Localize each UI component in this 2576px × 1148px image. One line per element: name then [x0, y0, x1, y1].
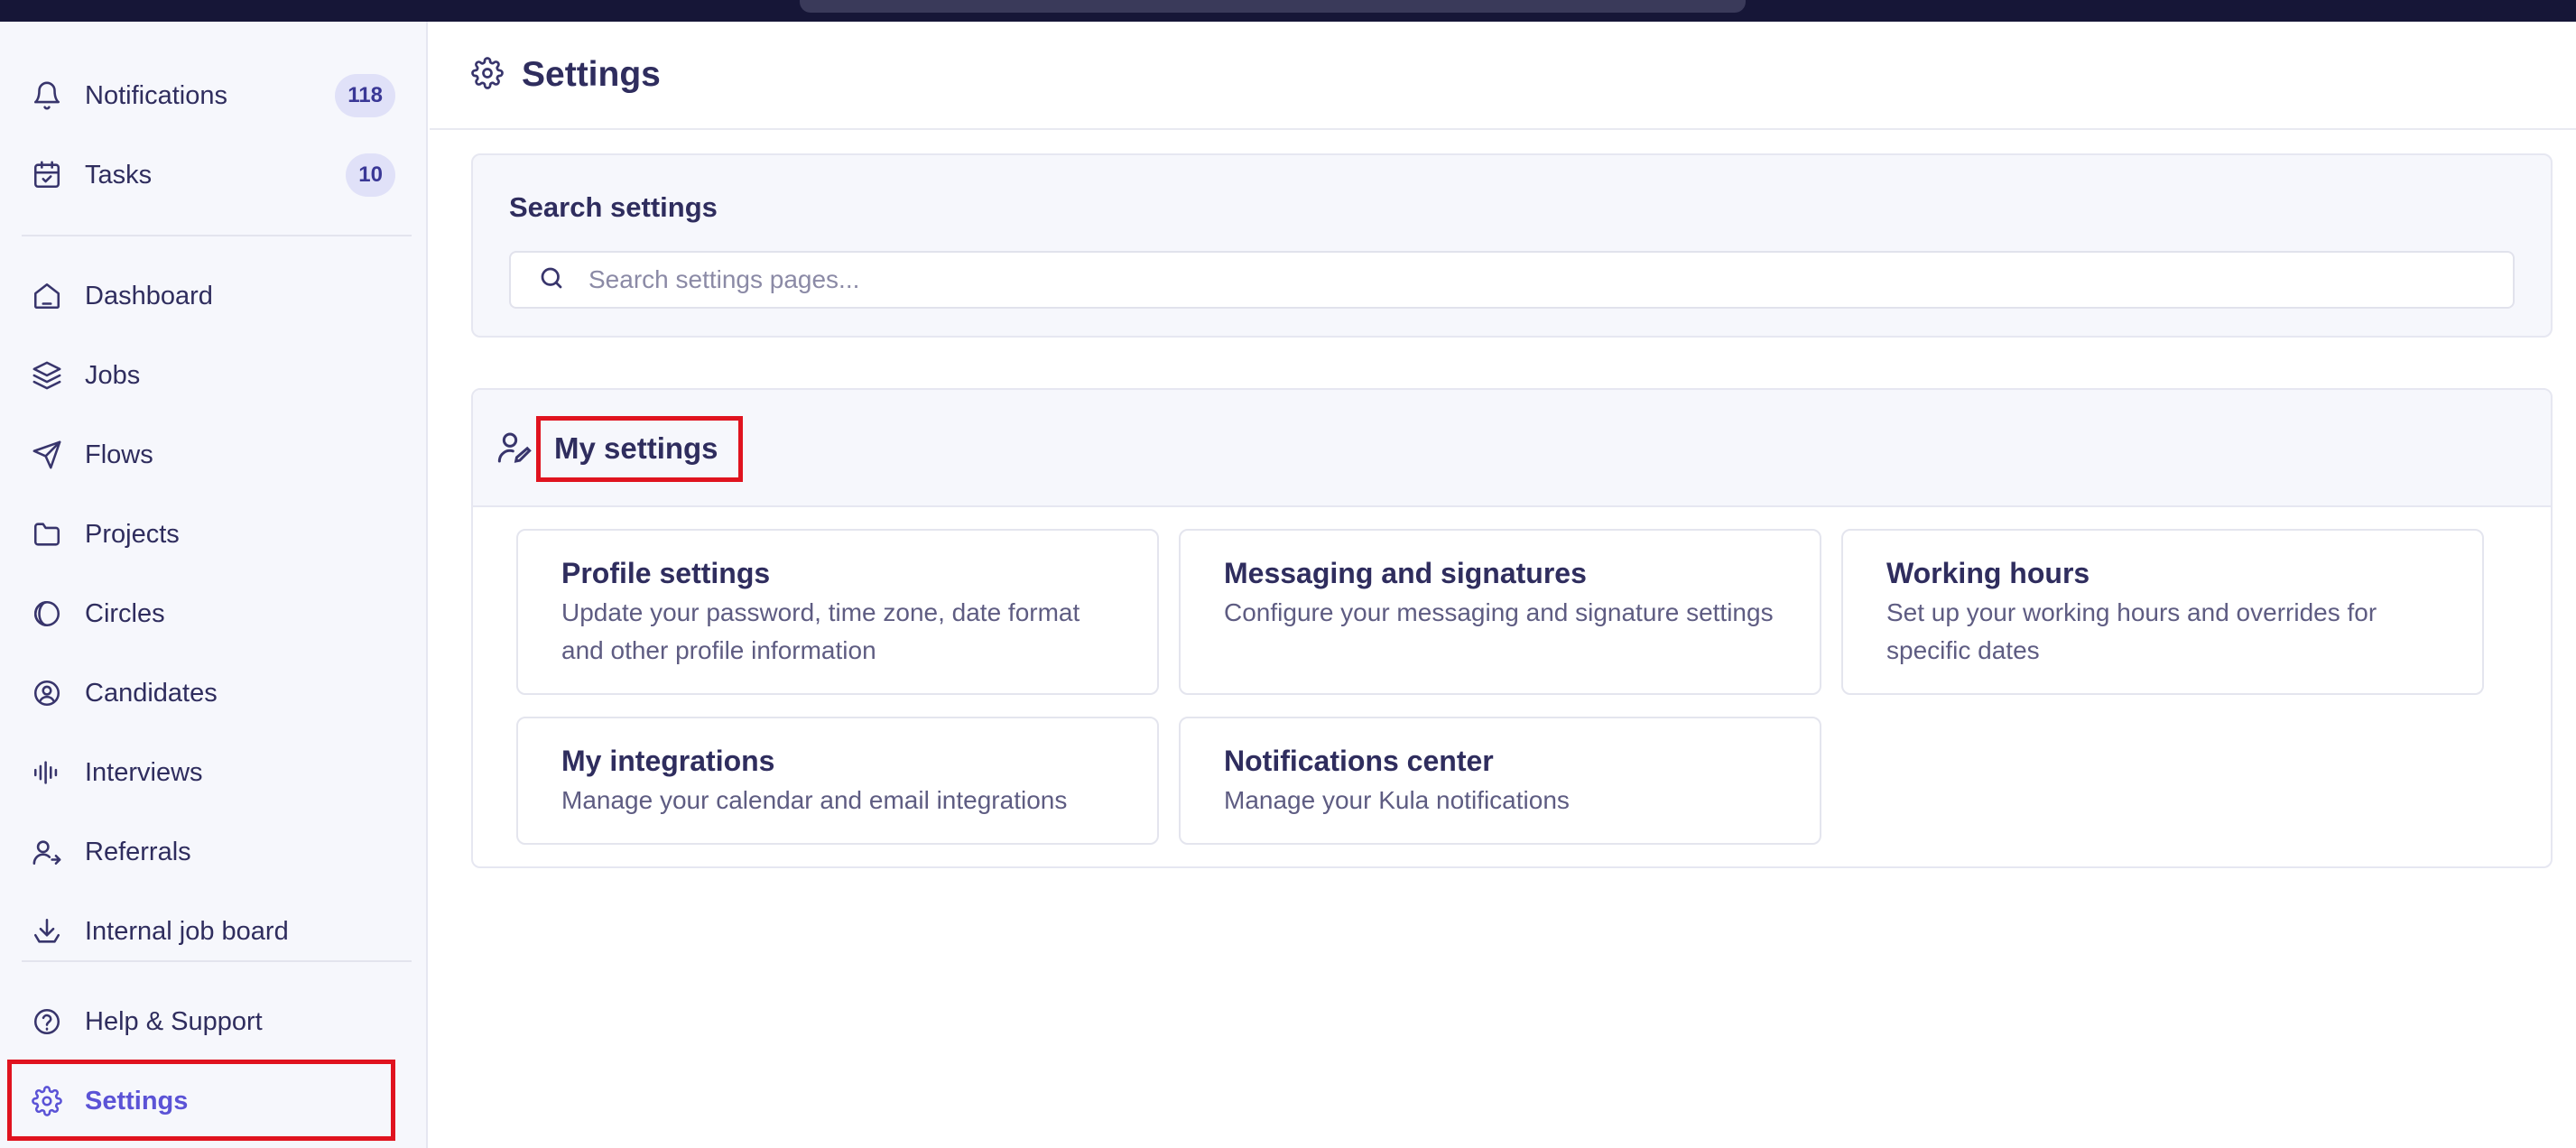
sidebar-item-jobs[interactable]: Jobs: [22, 343, 395, 408]
sidebar-item-label: Candidates: [85, 678, 218, 708]
browser-address-pill: [800, 0, 1746, 13]
card-description: Manage your calendar and email integrati…: [561, 786, 1068, 814]
search-box[interactable]: [509, 251, 2515, 309]
gear-icon: [471, 56, 504, 94]
notifications-count-badge: 118: [335, 74, 395, 117]
folder-icon: [29, 516, 65, 552]
sidebar-item-label: Interviews: [85, 757, 203, 787]
calendar-check-icon: [29, 157, 65, 193]
sidebar-item-internal-job-board[interactable]: Internal job board: [22, 899, 395, 964]
messaging-signatures-card[interactable]: Messaging and signatures Configure your …: [1179, 529, 1821, 695]
sidebar-item-label: Projects: [85, 519, 180, 549]
sidebar-item-label: Help & Support: [85, 1006, 263, 1036]
search-settings-title: Search settings: [509, 191, 718, 223]
search-icon: [538, 264, 565, 296]
help-circle-icon: [29, 1004, 65, 1040]
my-settings-section: My settings Profile settings Update your…: [471, 388, 2553, 868]
sidebar-item-label: Dashboard: [85, 281, 213, 310]
my-integrations-card[interactable]: My integrations Manage your calendar and…: [516, 717, 1159, 845]
profile-settings-card[interactable]: Profile settings Update your password, t…: [516, 529, 1159, 695]
settings-highlight-box: [7, 1060, 395, 1141]
card-title: Messaging and signatures: [1224, 557, 1587, 589]
bell-icon: [29, 78, 65, 114]
card-description: Configure your messaging and signature s…: [1224, 598, 1774, 626]
sidebar-item-label: Notifications: [85, 80, 227, 110]
tasks-count-badge: 10: [346, 153, 395, 197]
sidebar-item-circles[interactable]: Circles: [22, 581, 395, 646]
sidebar-item-label: Referrals: [85, 837, 191, 866]
card-title: Notifications center: [1224, 745, 1494, 777]
sidebar-item-label: Internal job board: [85, 916, 289, 946]
sidebar-item-label: Circles: [85, 598, 165, 628]
user-circle-icon: [29, 675, 65, 711]
download-tray-icon: [29, 913, 65, 949]
sidebar-item-flows[interactable]: Flows: [22, 422, 395, 487]
notifications-center-card[interactable]: Notifications center Manage your Kula no…: [1179, 717, 1821, 845]
sidebar-item-referrals[interactable]: Referrals: [22, 819, 395, 884]
sidebar-item-candidates[interactable]: Candidates: [22, 661, 395, 726]
sidebar-item-help-support[interactable]: Help & Support: [22, 989, 395, 1054]
working-hours-card[interactable]: Working hours Set up your working hours …: [1841, 529, 2484, 695]
circles-icon: [29, 596, 65, 632]
my-settings-header: My settings: [473, 390, 2551, 507]
sidebar-scroll-clip: Internal job board: [0, 881, 426, 964]
sidebar-item-label: Tasks: [85, 160, 153, 190]
card-description: Manage your Kula notifications: [1224, 786, 1570, 814]
audio-lines-icon: [29, 755, 65, 791]
card-title: Working hours: [1886, 557, 2090, 589]
sidebar-divider: [22, 960, 412, 962]
sidebar-divider: [22, 235, 412, 236]
card-description: Update your password, time zone, date fo…: [561, 598, 1080, 664]
card-title: My integrations: [561, 745, 775, 777]
search-settings-panel: Search settings: [471, 153, 2553, 338]
sidebar-item-label: Jobs: [85, 360, 141, 390]
page-header: Settings: [430, 22, 2576, 130]
sidebar-item-tasks[interactable]: Tasks 10: [22, 143, 395, 208]
card-title: Profile settings: [561, 557, 771, 589]
sidebar-item-label: Flows: [85, 440, 153, 469]
sidebar-item-interviews[interactable]: Interviews: [22, 740, 395, 805]
send-icon: [29, 437, 65, 473]
sidebar: Notifications 118 Tasks 10 Dashboard Job…: [0, 22, 428, 1148]
page-title: Settings: [522, 55, 661, 94]
home-icon: [29, 278, 65, 314]
sidebar-item-projects[interactable]: Projects: [22, 502, 395, 567]
my-settings-highlight-box: [536, 416, 743, 482]
browser-top-bar: [0, 0, 2576, 22]
user-arrow-icon: [29, 834, 65, 870]
search-input[interactable]: [588, 265, 2394, 294]
layers-icon: [29, 357, 65, 393]
sidebar-item-notifications[interactable]: Notifications 118: [22, 63, 395, 128]
card-description: Set up your working hours and overrides …: [1886, 598, 2377, 664]
sidebar-item-dashboard[interactable]: Dashboard: [22, 264, 395, 329]
user-pen-icon: [496, 430, 533, 470]
